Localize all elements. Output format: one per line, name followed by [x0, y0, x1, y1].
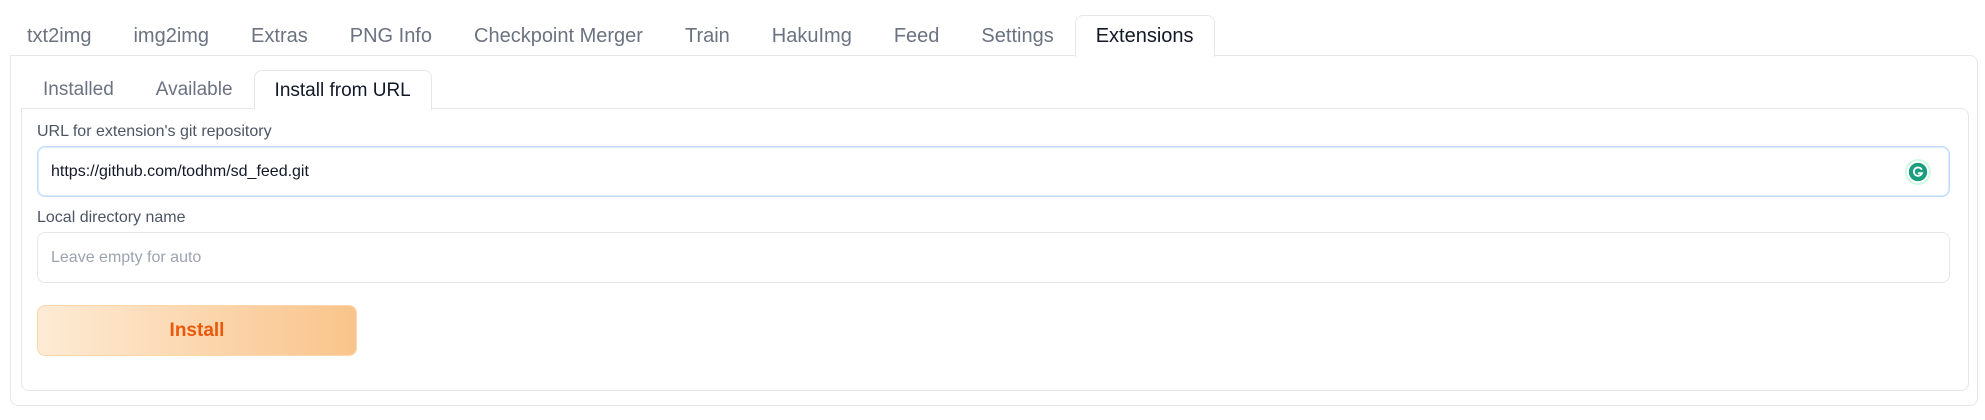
local-directory-placeholder: Leave empty for auto	[51, 248, 202, 266]
tab-extensions[interactable]: Extensions	[1074, 15, 1215, 57]
tab-settings[interactable]: Settings	[960, 15, 1074, 56]
subtab-available[interactable]: Available	[135, 70, 254, 109]
git-url-value: https://github.com/todhm/sd_feed.git	[51, 162, 309, 180]
tab-checkpoint-merger[interactable]: Checkpoint Merger	[453, 15, 664, 56]
tab-hakuimg[interactable]: HakuImg	[751, 15, 873, 56]
tab-png-info[interactable]: PNG Info	[329, 15, 453, 56]
subtab-installed[interactable]: Installed	[22, 70, 135, 109]
git-url-input[interactable]: https://github.com/todhm/sd_feed.git	[37, 146, 1950, 197]
main-tab-bar: txt2img img2img Extras PNG Info Checkpoi…	[0, 15, 1985, 57]
grammarly-g-glyph	[1913, 166, 1924, 177]
tab-img2img[interactable]: img2img	[112, 15, 230, 56]
tab-txt2img[interactable]: txt2img	[6, 15, 112, 56]
tab-train[interactable]: Train	[664, 15, 751, 56]
tab-extras[interactable]: Extras	[230, 15, 329, 56]
local-directory-input[interactable]: Leave empty for auto	[37, 232, 1950, 283]
tab-feed[interactable]: Feed	[873, 15, 961, 56]
url-field-label: URL for extension's git repository	[37, 123, 272, 140]
grammarly-icon[interactable]	[1905, 159, 1931, 185]
dir-field-label: Local directory name	[37, 209, 186, 226]
install-button[interactable]: Install	[37, 305, 357, 356]
subtab-install-from-url[interactable]: Install from URL	[253, 70, 432, 110]
extensions-sub-tab-bar: Installed Available Install from URL	[22, 70, 432, 110]
